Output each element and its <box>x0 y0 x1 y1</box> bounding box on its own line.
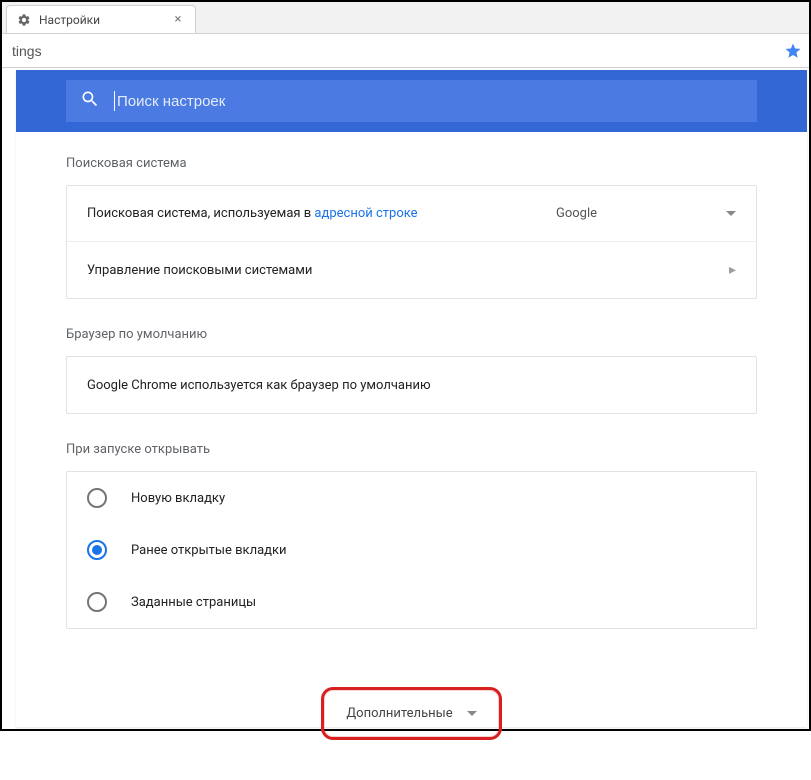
chevron-right-icon: ▸ <box>729 262 736 278</box>
section-default-browser: Браузер по умолчанию Google Chrome испол… <box>66 327 757 414</box>
search-engine-row[interactable]: Поисковая система, используемая в адресн… <box>67 186 756 242</box>
section-title: Поисковая система <box>66 156 757 171</box>
label-prefix: Поисковая система, используемая в <box>87 206 314 221</box>
row-label: Управление поисковыми системами <box>87 263 729 278</box>
row-label: Поисковая система, используемая в адресн… <box>87 206 556 221</box>
search-icon <box>80 89 114 113</box>
card: Новую вкладку Ранее открытые вкладки Зад… <box>66 471 757 629</box>
radio-label: Заданные страницы <box>131 595 256 610</box>
radio-label: Ранее открытые вкладки <box>131 543 287 558</box>
tab-title: Настройки <box>39 13 171 27</box>
radio-icon <box>87 592 107 612</box>
card: Поисковая система, используемая в адресн… <box>66 185 757 299</box>
tab-strip: Настройки × <box>2 2 809 34</box>
address-bar-link[interactable]: адресной строке <box>314 206 417 221</box>
settings-search-input[interactable] <box>117 93 743 110</box>
radio-icon <box>87 488 107 508</box>
settings-page: Поисковая система Поисковая система, исп… <box>16 70 807 727</box>
section-on-startup: При запуске открывать Новую вкладку Ране… <box>66 442 757 629</box>
text-cursor <box>114 91 115 111</box>
advanced-button[interactable]: Дополнительные <box>338 700 484 727</box>
bookmark-star-icon[interactable] <box>783 41 803 61</box>
browser-tab[interactable]: Настройки × <box>6 5 196 33</box>
startup-option-specific-pages[interactable]: Заданные страницы <box>67 576 756 628</box>
section-title: Браузер по умолчанию <box>66 327 757 342</box>
radio-label: Новую вкладку <box>131 491 225 506</box>
section-search-engine: Поисковая система Поисковая система, исп… <box>66 156 757 299</box>
address-bar <box>2 34 809 68</box>
advanced-label: Дополнительные <box>346 706 452 721</box>
close-icon[interactable]: × <box>171 13 185 27</box>
dropdown-value: Google <box>556 206 597 221</box>
radio-icon <box>87 540 107 560</box>
section-title: При запуске открывать <box>66 442 757 457</box>
default-browser-status-row: Google Chrome используется как браузер п… <box>67 357 756 413</box>
highlight-ring: Дополнительные <box>321 687 501 740</box>
settings-sections: Поисковая система Поисковая система, исп… <box>16 132 807 629</box>
chevron-down-icon <box>726 211 736 216</box>
chevron-down-icon <box>467 711 477 716</box>
status-text: Google Chrome используется как браузер п… <box>87 378 736 393</box>
url-input[interactable] <box>8 38 783 64</box>
advanced-section: Дополнительные <box>16 657 807 780</box>
gear-icon <box>17 13 31 27</box>
search-header <box>16 70 807 132</box>
settings-search-box[interactable] <box>66 80 757 122</box>
search-engine-dropdown[interactable]: Google <box>556 206 736 221</box>
startup-option-continue[interactable]: Ранее открытые вкладки <box>67 524 756 576</box>
startup-option-new-tab[interactable]: Новую вкладку <box>67 472 756 524</box>
card: Google Chrome используется как браузер п… <box>66 356 757 414</box>
manage-search-engines-row[interactable]: Управление поисковыми системами ▸ <box>67 242 756 298</box>
